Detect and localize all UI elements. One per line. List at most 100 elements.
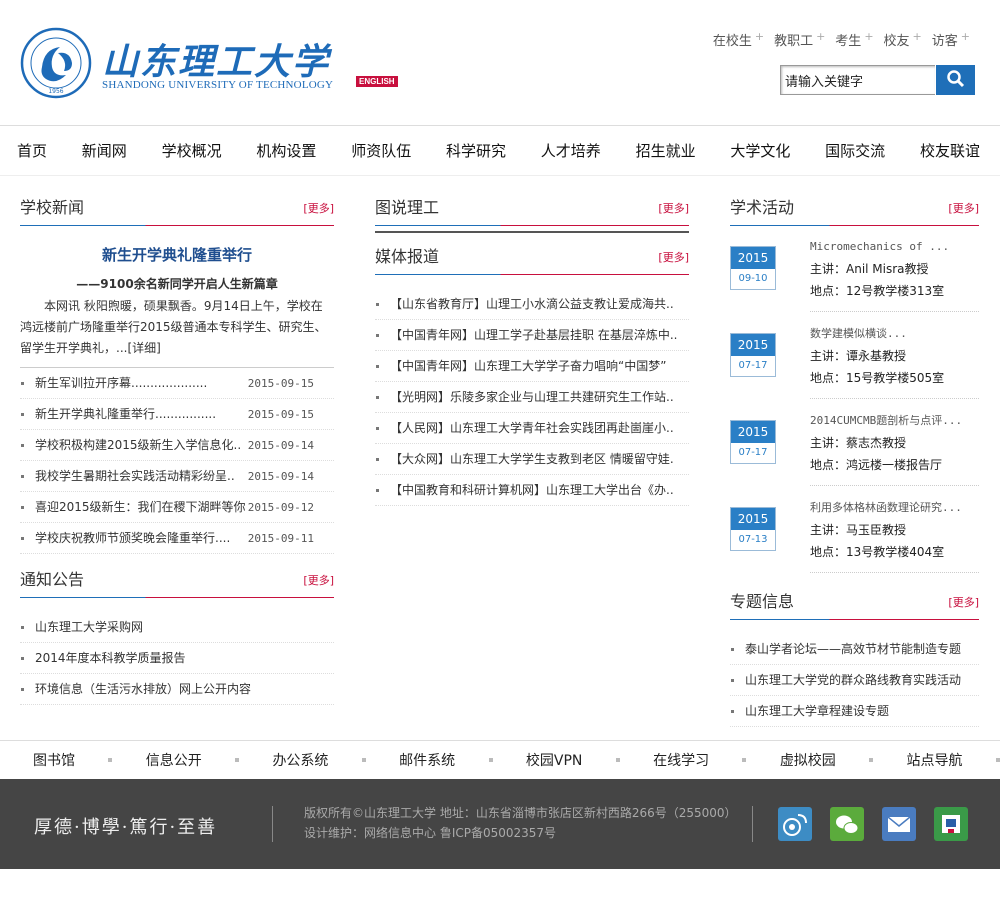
mobile-campus-icon[interactable] — [934, 807, 968, 841]
news-item-title: 新生军训拉开序幕.................... — [35, 376, 208, 390]
academic-item[interactable]: 2015 07-13 利用多体格林函数理论研究... 主讲：马玉臣教授 地点：13号教学… — [730, 497, 979, 584]
quick-link[interactable]: 虚拟校园 — [780, 750, 836, 770]
quick-link[interactable]: 办公系统 — [272, 750, 328, 770]
event-title[interactable]: 2014CUMCMB题剖析与点评... — [810, 410, 980, 432]
topic-item[interactable]: 泰山学者论坛——高效节材节能制造专题 — [730, 634, 979, 665]
separator-dot — [235, 757, 240, 762]
news-item-date: 2015-09-14 — [247, 470, 314, 483]
nav-item[interactable]: 学校概况 — [162, 140, 222, 161]
notice-item[interactable]: 山东理工大学采购网 — [20, 612, 334, 643]
media-item[interactable]: 【中国青年网】山理工学子赴基层挂职 在基层淬炼中.. — [375, 320, 689, 351]
event-place: 地点：鸿远楼一楼报告厅 — [810, 458, 943, 472]
nav-item[interactable]: 首页 — [17, 140, 47, 161]
university-name-cn: 山东理工大学 — [102, 41, 331, 83]
email-icon[interactable] — [882, 807, 916, 841]
event-date: 07-17 — [738, 447, 768, 458]
photo-news-title: 图说理工 — [375, 198, 440, 217]
university-name-en: SHANDONG UNIVERSITY OF TECHNOLOGY — [102, 79, 334, 91]
event-title[interactable]: 利用多体格林函数理论研究... — [810, 497, 980, 519]
news-list: 新生军训拉开序幕.................... 2015-09-15 新生… — [20, 368, 334, 554]
english-version-link[interactable]: ENGLISH — [356, 76, 398, 87]
headline-news[interactable]: 新生开学典礼隆重举行 — [20, 244, 334, 265]
news-item[interactable]: 学校庆祝教师节颁奖晚会隆重举行.... 2015-09-11 — [20, 523, 334, 554]
audience-link[interactable]: 教职工 — [774, 30, 813, 49]
nav-item[interactable]: 大学文化 — [730, 140, 790, 161]
search-input[interactable] — [780, 65, 935, 95]
news-item[interactable]: 新生军训拉开序幕.................... 2015-09-15 — [20, 368, 334, 399]
media-title: 媒体报道 — [375, 247, 440, 266]
school-news-more-link[interactable]: [更多] — [303, 200, 334, 216]
separator-dot — [615, 757, 620, 762]
notice-item[interactable]: 2014年度本科教学质量报告 — [20, 643, 334, 674]
media-header: 媒体报道 [更多] — [375, 247, 689, 275]
academic-item[interactable]: 2015 07-17 数学建模似横谈... 主讲：谭永基教授 地点：15号教学楼505室 — [730, 323, 979, 410]
nav-item[interactable]: 机构设置 — [256, 140, 316, 161]
media-item[interactable]: 【中国青年网】山东理工大学学子奋力唱响“中国梦” — [375, 351, 689, 382]
audience-link[interactable]: 访客 — [932, 30, 958, 49]
event-title[interactable]: 数学建模似横谈... — [810, 323, 980, 345]
academic-more-link[interactable]: [更多] — [948, 200, 979, 216]
photo-news-more-link[interactable]: [更多] — [658, 200, 689, 216]
notices-more-link[interactable]: [更多] — [303, 572, 334, 588]
nav-item[interactable]: 校友联谊 — [920, 140, 980, 161]
topic-item[interactable]: 山东理工大学章程建设专题 — [730, 696, 979, 727]
wechat-icon[interactable] — [830, 807, 864, 841]
weibo-icon[interactable] — [778, 807, 812, 841]
media-more-link[interactable]: [更多] — [658, 249, 689, 265]
media-item[interactable]: 【光明网】乐陵多家企业与山理工共建研究生工作站.. — [375, 382, 689, 413]
content-area: 学校新闻 [更多] 新生开学典礼隆重举行 ——9100余名新同学开启人生新篇章 … — [0, 176, 1000, 736]
footer-maintainer: 设计维护：网络信息中心 鲁ICP备05002357号 — [304, 826, 557, 840]
news-item[interactable]: 喜迎2015级新生：我们在稷下湖畔等你 2015-09-12 — [20, 492, 334, 523]
notices-header: 通知公告 [更多] — [20, 570, 334, 598]
university-logo[interactable]: 1956 山东理工大学 SHANDONG UNIVERSITY OF TECHN… — [20, 27, 420, 107]
right-column: 学术活动 [更多] 2015 09-10 Micromechanics of ...… — [730, 198, 979, 727]
header-underline — [375, 274, 689, 275]
notices-title: 通知公告 — [20, 570, 85, 589]
nav-item[interactable]: 招生就业 — [636, 140, 696, 161]
audience-link[interactable]: 在校生 — [713, 30, 752, 49]
quick-link[interactable]: 信息公开 — [146, 750, 202, 770]
academic-item[interactable]: 2015 07-17 2014CUMCMB题剖析与点评... 主讲：蔡志杰教授 地点：鸿… — [730, 410, 979, 497]
quick-link[interactable]: 在线学习 — [653, 750, 709, 770]
nav-item[interactable]: 国际交流 — [825, 140, 885, 161]
quick-link[interactable]: 站点导航 — [907, 750, 963, 770]
envelope-icon — [887, 816, 911, 832]
separator-dot — [995, 757, 1000, 762]
separator-dot — [869, 757, 874, 762]
calendar-date-badge: 2015 07-17 — [730, 333, 776, 377]
event-year: 2015 — [731, 508, 775, 530]
academic-item[interactable]: 2015 09-10 Micromechanics of ... 主讲：Anil Mi… — [730, 236, 979, 323]
school-news-header: 学校新闻 [更多] — [20, 198, 334, 226]
event-info: 数学建模似横谈... 主讲：谭永基教授 地点：15号教学楼505室 — [810, 323, 980, 389]
audience-link[interactable]: 校友 — [884, 30, 910, 49]
news-item-date: 2015-09-15 — [247, 408, 314, 421]
search-icon — [946, 69, 964, 87]
news-item[interactable]: 新生开学典礼隆重举行................ 2015-09-15 — [20, 399, 334, 430]
divider — [810, 572, 979, 573]
headline-summary[interactable]: 本网讯 秋阳煦暖，硕果飘香。9月14日上午，学校在鸿远楼前广场隆重举行2015级… — [20, 296, 334, 359]
audience-link[interactable]: 考生 — [835, 30, 861, 49]
media-item[interactable]: 【人民网】山东理工大学青年社会实践团再赴崮崖小.. — [375, 413, 689, 444]
news-item[interactable]: 学校积极构建2015级新生入学信息化.. 2015-09-14 — [20, 430, 334, 461]
nav-item[interactable]: 人才培养 — [541, 140, 601, 161]
weibo-glyph-icon — [783, 814, 807, 836]
search-button[interactable] — [936, 65, 975, 95]
nav-item[interactable]: 科学研究 — [446, 140, 506, 161]
divider — [752, 806, 753, 842]
media-item[interactable]: 【大众网】山东理工大学学生支教到老区 情暖留守娃. — [375, 444, 689, 475]
media-item[interactable]: 【山东省教育厅】山理工小水滴公益支教让爱成海共.. — [375, 289, 689, 320]
nav-item[interactable]: 新闻网 — [82, 140, 127, 161]
event-year: 2015 — [731, 334, 775, 356]
quick-link[interactable]: 邮件系统 — [399, 750, 455, 770]
media-item[interactable]: 【中国教育和科研计算机网】山东理工大学出台《办.. — [375, 475, 689, 506]
quick-link[interactable]: 校园VPN — [526, 750, 583, 770]
notice-item[interactable]: 环境信息（生活污水排放）网上公开内容 — [20, 674, 334, 705]
topics-more-link[interactable]: [更多] — [948, 594, 979, 610]
topic-item[interactable]: 山东理工大学党的群众路线教育实践活动 — [730, 665, 979, 696]
quick-link[interactable]: 图书馆 — [33, 750, 75, 770]
calendar-date-badge: 2015 07-13 — [730, 507, 776, 551]
news-item[interactable]: 我校学生暑期社会实践活动精彩纷呈.. 2015-09-14 — [20, 461, 334, 492]
event-title[interactable]: Micromechanics of ... — [810, 236, 980, 258]
event-year: 2015 — [731, 421, 775, 443]
nav-item[interactable]: 师资队伍 — [351, 140, 411, 161]
